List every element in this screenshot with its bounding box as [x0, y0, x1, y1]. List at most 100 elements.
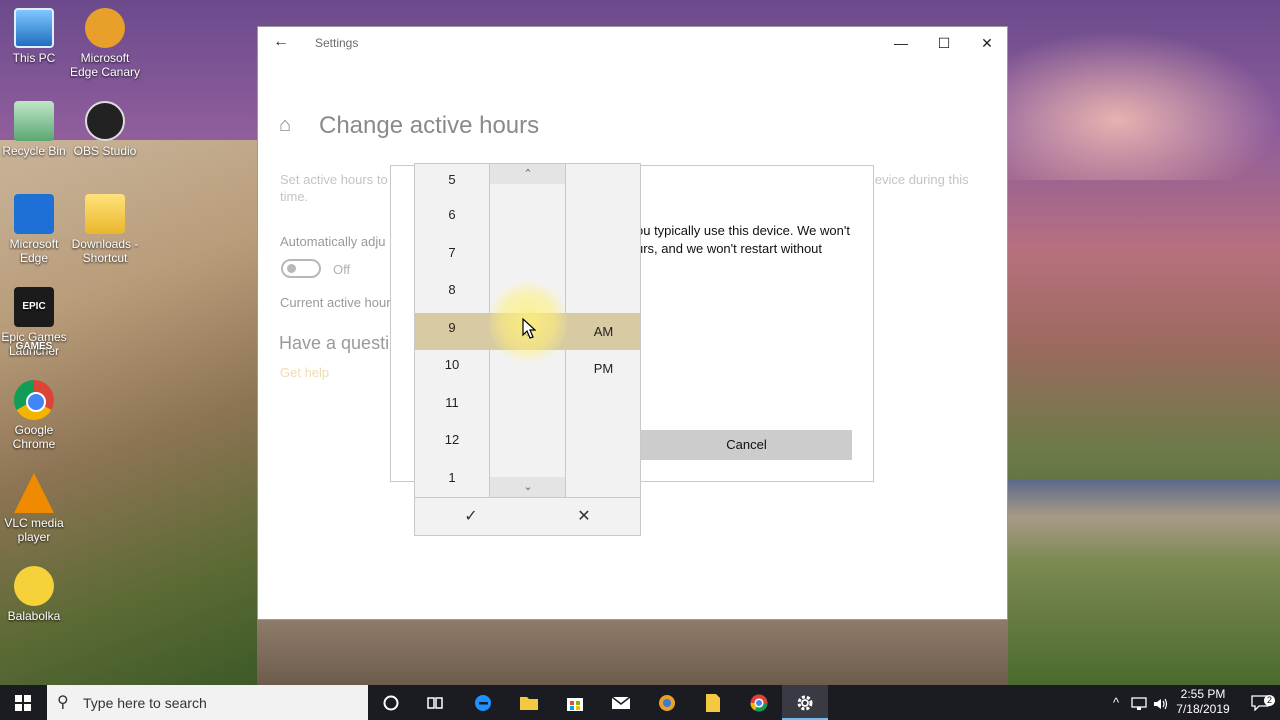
picker-footer: ✓ ✕ [415, 497, 640, 535]
obs-icon [85, 101, 125, 141]
cortana-icon [383, 695, 399, 711]
taskbar: ⚲ Type here to search ^ 2:55 PM 7/18/201… [0, 685, 1280, 720]
hour-option[interactable]: 8 [415, 271, 489, 309]
desktop-icon-balabolka[interactable]: Balabolka [0, 566, 70, 623]
scroll-down-button[interactable]: ⌄ [490, 477, 565, 497]
chrome-icon [14, 380, 54, 420]
computer-icon [14, 8, 54, 48]
desktop-icon-label: Recycle Bin [2, 144, 66, 158]
windows-icon [15, 695, 31, 711]
hour-option[interactable]: 1 [415, 459, 489, 497]
chrome-icon [750, 694, 768, 712]
window-title: Settings [315, 36, 359, 50]
hour-option[interactable]: 11 [415, 384, 489, 422]
clock-time: 2:55 PM [1180, 687, 1226, 701]
title-bar: ← Settings — ☐ ✕ [258, 27, 1007, 59]
taskbar-store[interactable] [552, 685, 598, 720]
am-option[interactable]: AM [566, 313, 641, 350]
desktop-icon-epic-games[interactable]: EPIC GAMES Epic Games Launcher [0, 287, 70, 358]
desktop-icon-label: Balabolka [7, 609, 61, 623]
pm-option[interactable]: PM [566, 350, 641, 387]
hour-option[interactable]: 5 [415, 164, 489, 196]
edge-canary-icon [85, 8, 125, 48]
page-title: Change active hours [319, 112, 540, 139]
desktop-icon-chrome[interactable]: Google Chrome [0, 380, 70, 451]
desktop-icon-label: OBS Studio [73, 144, 137, 158]
minimize-button[interactable]: — [886, 31, 916, 55]
taskbar-chrome[interactable] [736, 685, 782, 720]
taskbar-downloads[interactable] [690, 685, 736, 720]
accept-button[interactable]: ✓ [415, 498, 527, 536]
home-icon[interactable]: ⌂ [279, 114, 291, 137]
close-button[interactable]: ✕ [972, 31, 1002, 55]
taskbar-search[interactable]: ⚲ Type here to search [47, 685, 368, 720]
current-active-hours-label: Current active hour [280, 295, 391, 310]
notification-count-badge: 2 [1264, 695, 1275, 706]
auto-adjust-label: Automatically adju [280, 234, 386, 249]
scroll-up-button[interactable]: ⌃ [490, 164, 565, 184]
edge-icon [14, 194, 54, 234]
system-clock[interactable]: 2:55 PM 7/18/2019 [1172, 687, 1234, 717]
start-button[interactable] [0, 685, 46, 720]
question-heading: Have a questi [279, 333, 390, 353]
volume-icon[interactable] [1150, 685, 1172, 720]
desktop-icon-label: Microsoft Edge [9, 237, 59, 265]
wallpaper-ground [257, 620, 1008, 685]
toggle-state-label: Off [333, 262, 351, 277]
desktop-icon-label: Microsoft Edge Canary [69, 51, 141, 79]
cancel-button[interactable]: Cancel [641, 430, 852, 460]
cortana-button[interactable] [368, 685, 414, 720]
am-pm-column[interactable]: AM PM [566, 164, 641, 497]
desktop-icon-vlc[interactable]: VLC media player [0, 473, 70, 544]
hours-column[interactable]: 5 6 7 8 9 10 11 12 1 [415, 164, 490, 497]
desktop-icon-label: This PC [12, 51, 56, 65]
hour-option[interactable]: 6 [415, 196, 489, 234]
dialog-text: ou typically use this device. We won't u… [636, 223, 850, 256]
auto-adjust-toggle[interactable] [281, 259, 321, 278]
mouse-pointer-icon [522, 318, 536, 339]
task-view-button[interactable] [412, 685, 458, 720]
desktop-icon-label: Google Chrome [12, 423, 56, 451]
epic-games-icon: EPIC GAMES [14, 287, 54, 352]
taskbar-mail[interactable] [598, 685, 644, 720]
taskbar-file-explorer[interactable] [506, 685, 552, 720]
desktop-icon-label: Downloads - Shortcut [71, 237, 139, 265]
clock-date: 7/18/2019 [1176, 702, 1230, 716]
show-hidden-icons-button[interactable]: ^ [1106, 685, 1126, 720]
desktop-icon-recycle-bin[interactable]: Recycle Bin [0, 101, 70, 158]
speaker-glyph [1154, 698, 1168, 709]
recycle-bin-icon [14, 101, 54, 141]
desktop-icon-edge[interactable]: Microsoft Edge [0, 194, 70, 265]
store-icon [567, 698, 583, 712]
folder-icon [85, 194, 125, 234]
taskbar-edge[interactable] [460, 685, 506, 720]
folder-icon [520, 697, 538, 711]
desktop-icon-label: VLC media player [4, 516, 64, 544]
hour-option[interactable]: 7 [415, 234, 489, 272]
back-button[interactable]: ← [270, 33, 292, 53]
hour-option[interactable]: 10 [415, 346, 489, 384]
desktop-icon-edge-canary[interactable]: Microsoft Edge Canary [69, 8, 141, 79]
balabolka-icon [14, 566, 54, 606]
edge-canary-icon [659, 695, 675, 712]
get-help-link[interactable]: Get help [280, 365, 329, 380]
task-view-icon [427, 697, 443, 709]
network-icon[interactable] [1128, 685, 1150, 720]
wallpaper-sky [1008, 30, 1280, 180]
desktop-icon-this-pc[interactable]: This PC [0, 8, 70, 65]
gear-icon [797, 695, 813, 711]
dismiss-button[interactable]: ✕ [528, 498, 640, 536]
desktop-icon-downloads[interactable]: Downloads - Shortcut [69, 194, 141, 265]
taskbar-edge-canary[interactable] [644, 685, 690, 720]
taskbar-settings[interactable] [782, 685, 828, 720]
edge-icon [475, 695, 491, 712]
document-icon [706, 694, 720, 713]
network-glyph [1131, 696, 1147, 710]
search-placeholder: Type here to search [83, 695, 207, 711]
maximize-button[interactable]: ☐ [929, 31, 959, 55]
action-center-button[interactable]: 2 [1240, 685, 1280, 720]
desktop-icon-obs[interactable]: OBS Studio [69, 101, 141, 158]
hour-option-selected[interactable]: 9 [415, 309, 489, 347]
hour-option[interactable]: 12 [415, 421, 489, 459]
mail-icon [611, 696, 631, 710]
